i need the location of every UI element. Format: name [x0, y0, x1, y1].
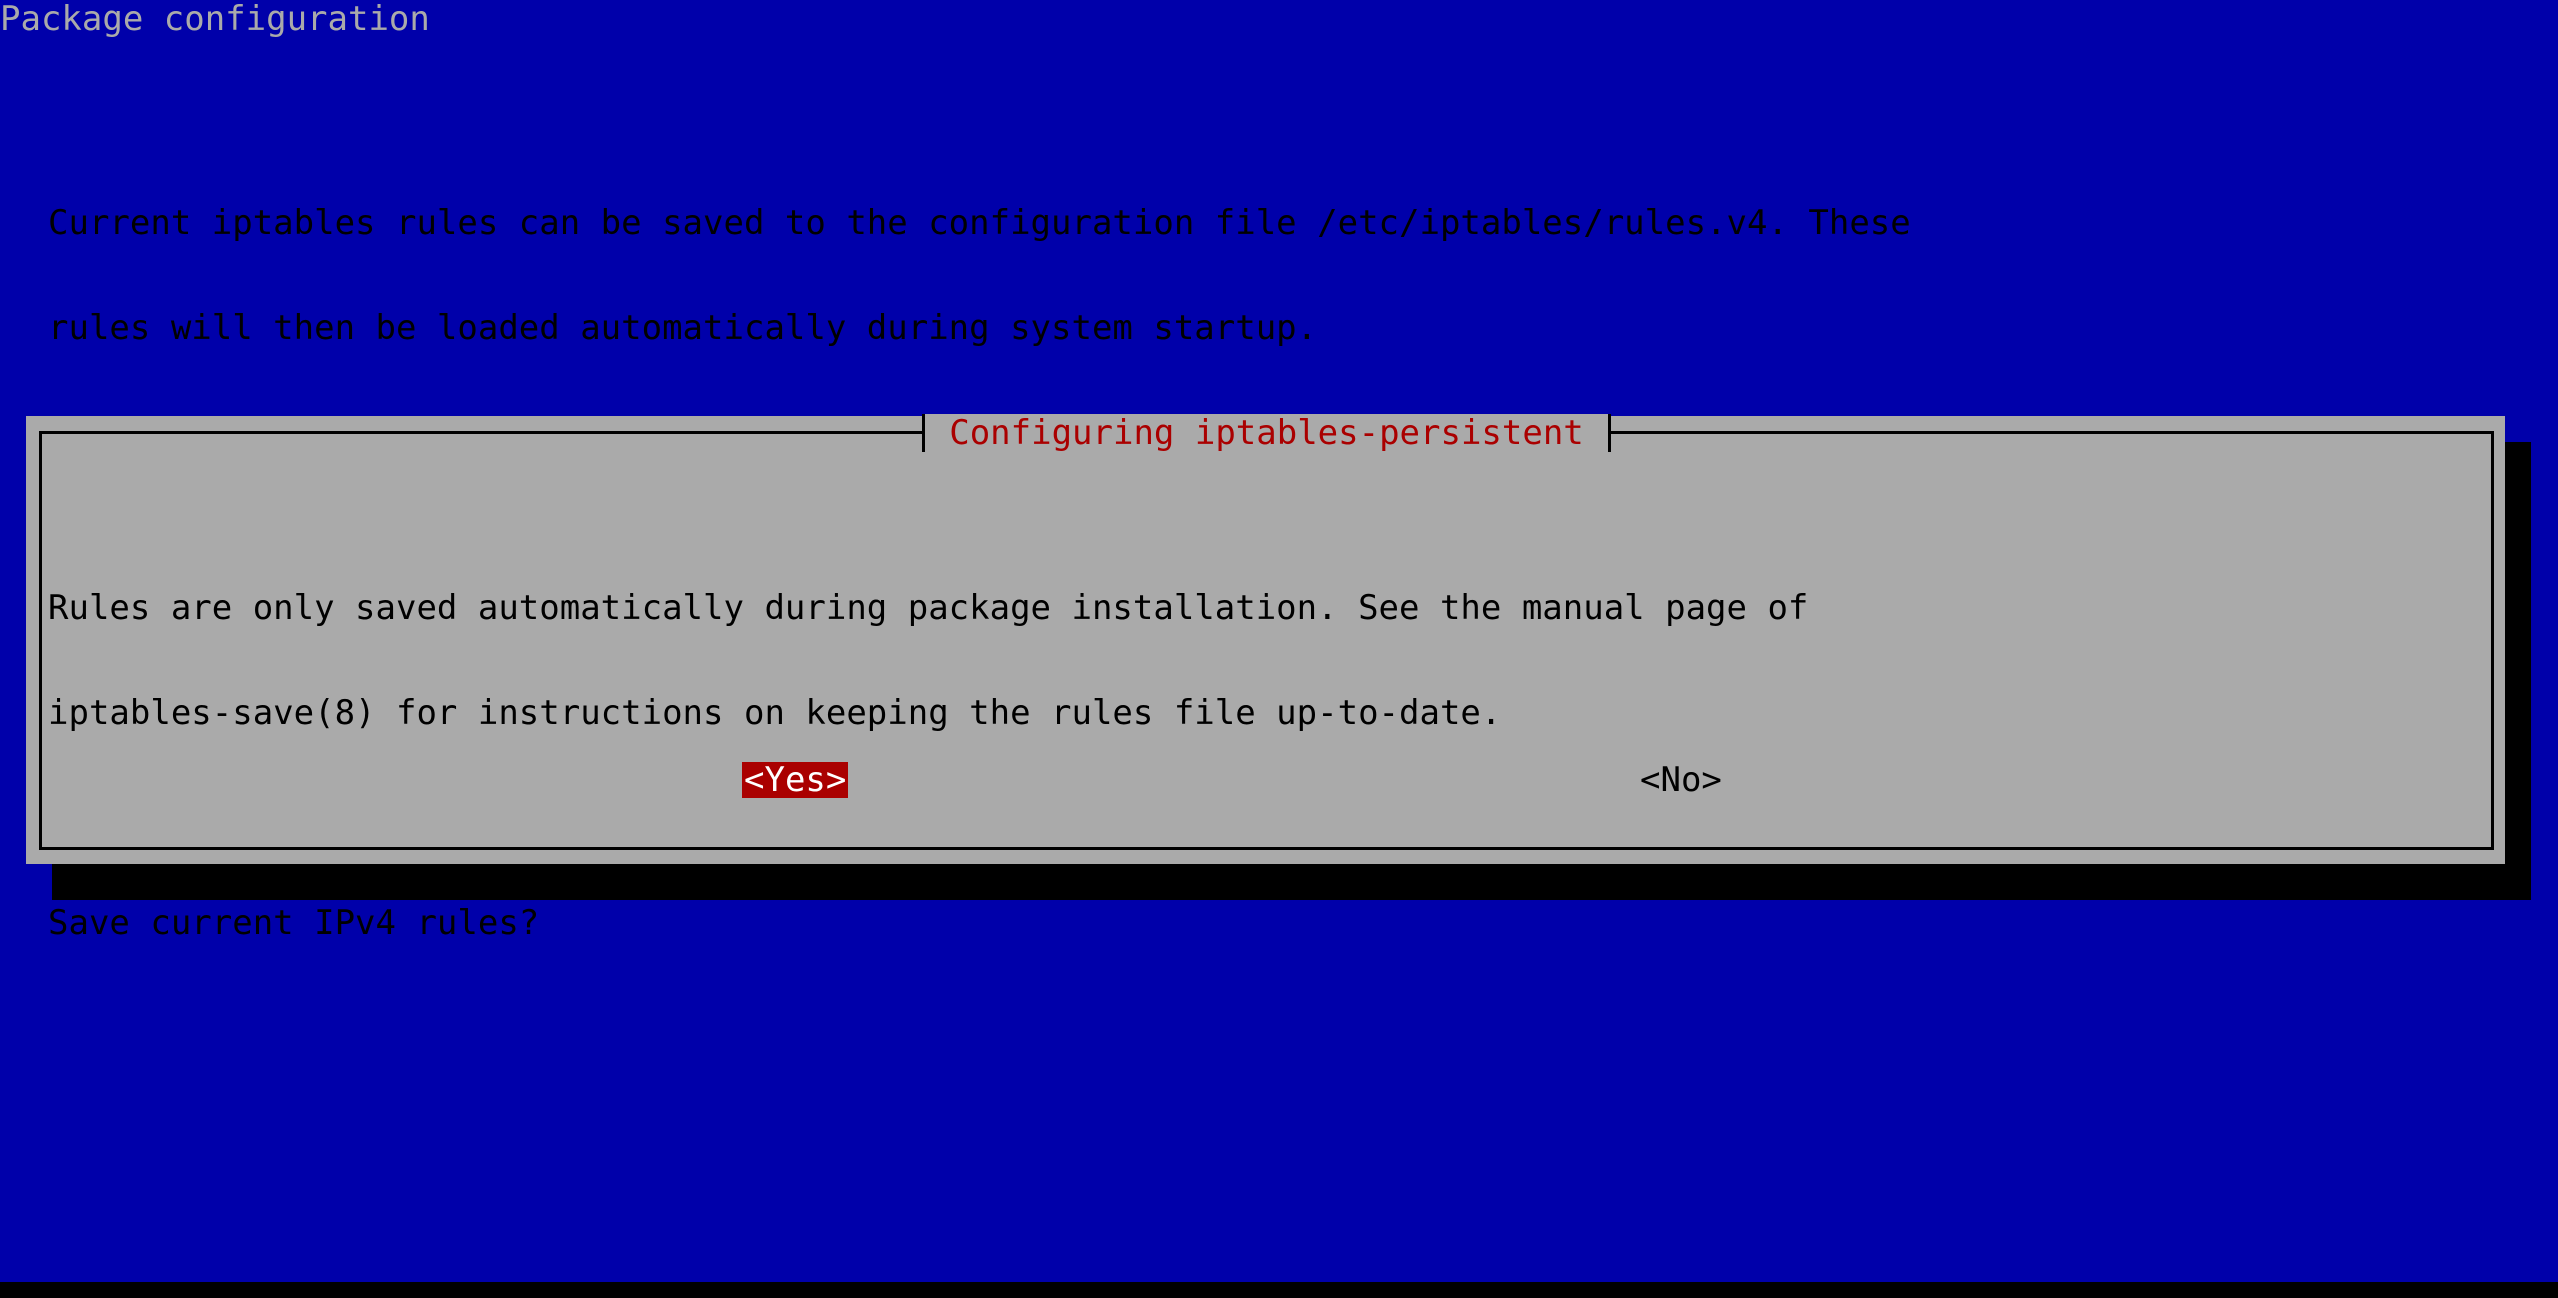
dialog-message: Current iptables rules can be saved to t…: [48, 66, 1911, 1011]
paragraph-2-line-2: iptables-save(8) for instructions on kee…: [48, 693, 1502, 733]
paragraph-2-line-1: Rules are only saved automatically durin…: [48, 588, 1809, 628]
no-button[interactable]: <No>: [1640, 762, 1722, 798]
paragraph-1-line-1: Current iptables rules can be saved to t…: [48, 203, 1911, 243]
paragraph-2: Rules are only saved automatically durin…: [48, 521, 1911, 801]
paragraph-1-line-2: rules will then be loaded automatically …: [48, 308, 1318, 348]
backtitle: Package configuration: [0, 0, 430, 39]
paragraph-1: Current iptables rules can be saved to t…: [48, 136, 1911, 416]
question-text: Save current IPv4 rules?: [48, 903, 540, 943]
yes-button[interactable]: <Yes>: [742, 762, 849, 798]
terminal-screen: Package configuration Configuring iptabl…: [0, 0, 2558, 1282]
